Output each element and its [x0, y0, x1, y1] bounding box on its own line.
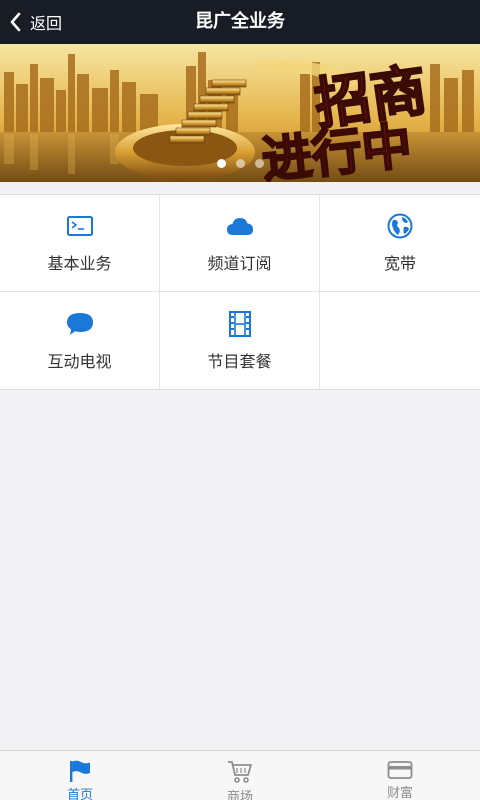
- page-title: 昆广全业务: [195, 11, 285, 32]
- grid-item-basic-service[interactable]: 基本业务: [0, 195, 160, 292]
- grid-empty-cell: [320, 292, 480, 389]
- top-nav-bar: 返回 昆广全业务: [0, 0, 480, 44]
- terminal-icon: [66, 212, 94, 240]
- card-icon: [387, 760, 413, 780]
- tab-mall[interactable]: 商场: [160, 751, 320, 800]
- bottom-tab-bar: 首页 商场 财富: [0, 750, 480, 800]
- grid-item-label: 互动电视: [47, 351, 112, 371]
- tab-label: 首页: [66, 788, 93, 800]
- back-label: 返回: [30, 14, 63, 33]
- carousel-dot[interactable]: [254, 159, 264, 168]
- promo-banner[interactable]: 招商 进行中: [0, 44, 480, 182]
- carousel-dot[interactable]: [235, 159, 245, 168]
- flag-icon: [67, 760, 93, 782]
- grid-item-interactive-tv[interactable]: 互动电视: [0, 292, 160, 389]
- tab-home[interactable]: 首页: [0, 751, 160, 800]
- back-button[interactable]: 返回: [8, 0, 62, 44]
- film-icon: [226, 310, 254, 338]
- grid-item-label: 基本业务: [47, 254, 112, 273]
- tab-label: 商场: [226, 790, 253, 800]
- grid-item-channel-subscription[interactable]: 频道订阅: [160, 195, 320, 292]
- tab-label: 财富: [386, 786, 413, 800]
- grid-item-broadband[interactable]: 宽带: [320, 195, 480, 292]
- globe-icon: [386, 212, 414, 240]
- service-grid: 基本业务 频道订阅 宽带 互动电视 节目套餐: [0, 194, 480, 390]
- tab-wealth[interactable]: 财富: [320, 751, 480, 800]
- cloud-icon: [226, 212, 254, 240]
- carousel-indicator: [0, 159, 480, 168]
- chat-bubble-icon: [66, 310, 94, 338]
- cart-icon: [227, 760, 253, 784]
- grid-item-label: 节目套餐: [207, 351, 272, 371]
- grid-item-label: 宽带: [383, 254, 416, 273]
- grid-item-program-package[interactable]: 节目套餐: [160, 292, 320, 389]
- carousel-dot[interactable]: [216, 159, 226, 168]
- chevron-left-icon: [10, 12, 21, 32]
- grid-item-label: 频道订阅: [207, 254, 272, 273]
